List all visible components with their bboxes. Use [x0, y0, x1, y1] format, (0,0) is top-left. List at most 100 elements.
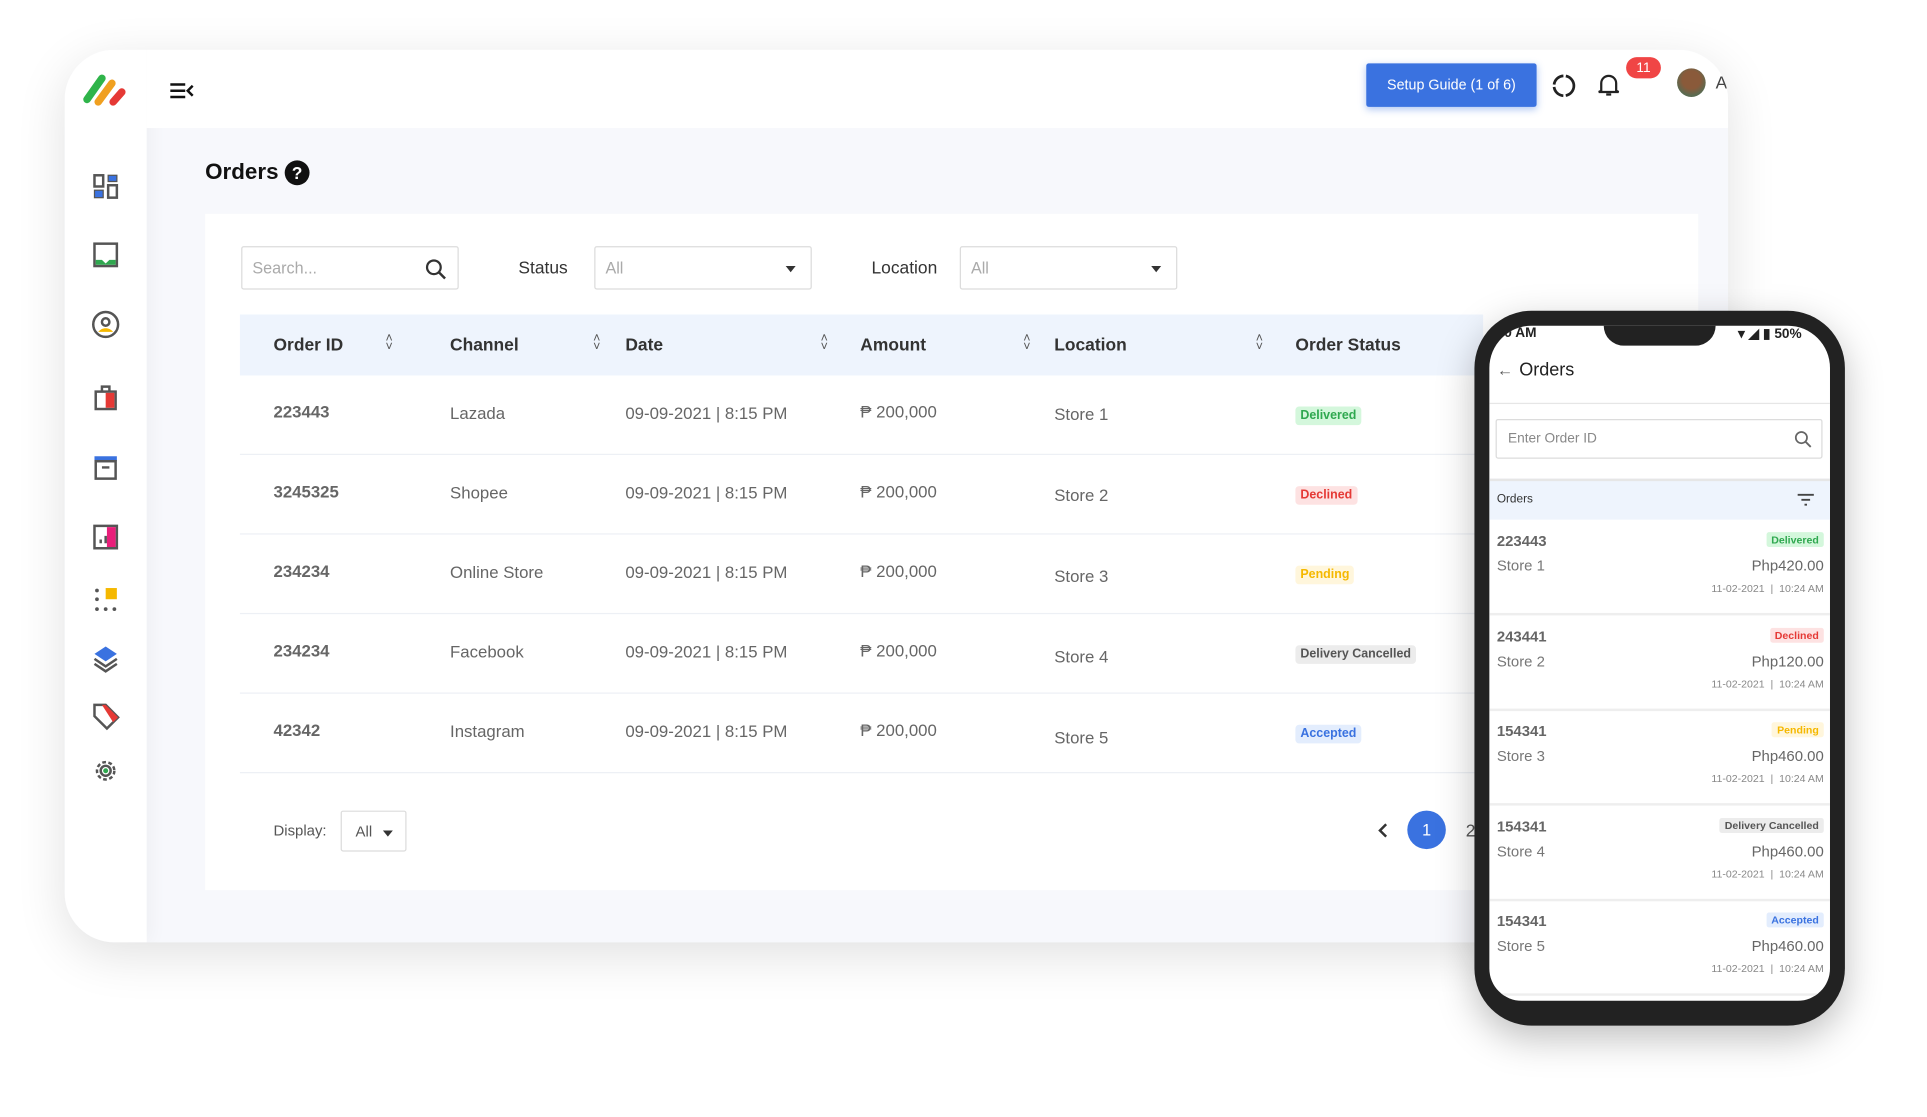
mobile-title: Orders [1519, 360, 1575, 381]
channel: Lazada [450, 404, 506, 423]
amount: Php460.00 [1751, 747, 1824, 765]
store: Store 1 [1496, 556, 1545, 575]
table-row[interactable]: 3245325 Shopee 09-09-2021 | 8:15 PM ₱ 20… [239, 455, 1484, 535]
filter-icon[interactable] [1796, 492, 1815, 507]
refresh-icon[interactable] [1552, 73, 1577, 98]
date: 11-02-2021 | 10:24 AM [1711, 772, 1824, 785]
order-id-placeholder: Enter Order ID [1508, 431, 1597, 447]
customer-icon[interactable] [91, 310, 121, 340]
notch [1603, 325, 1716, 346]
mobile-screen: 10:00 AM ▾ ◢ ▮ 50% ← Orders Enter Order … [1489, 325, 1830, 1001]
mobile-order-item[interactable]: 154341 Pending Store 3 Php460.00 11-02-2… [1489, 710, 1830, 806]
inbox-icon[interactable] [91, 240, 121, 270]
column-header[interactable]: Amount [860, 334, 926, 354]
status-time: 10:00 AM [1489, 325, 1537, 341]
apps-add-icon[interactable] [91, 586, 121, 616]
date: 09-09-2021 | 8:15 PM [625, 642, 788, 662]
sort-icon[interactable]: ˄ ˅ [384, 333, 394, 354]
search-placeholder: Search... [252, 258, 318, 278]
status-badge: Pending [1772, 722, 1824, 738]
sort-icon[interactable]: ˄ ˅ [1022, 333, 1032, 354]
status-badge: Declined [1769, 627, 1824, 643]
date: 09-09-2021 | 8:15 PM [625, 722, 788, 741]
status-badge: Accepted [1766, 912, 1824, 928]
shopping-bag-icon[interactable] [91, 382, 121, 412]
mobile-order-item[interactable]: 154341 Accepted Store 5 Php460.00 11-02-… [1489, 900, 1830, 996]
table-row[interactable]: 234234 Facebook 09-09-2021 | 8:15 PM ₱ 2… [239, 614, 1484, 694]
table-row[interactable]: 223443 Lazada 09-09-2021 | 8:15 PM ₱ 200… [239, 375, 1484, 456]
setup-guide-button[interactable]: Setup Guide (1 of 6) [1366, 63, 1537, 107]
sort-icon[interactable]: ˄ ˅ [819, 333, 829, 354]
back-arrow-icon[interactable]: ← [1497, 361, 1513, 380]
tag-icon[interactable] [91, 701, 121, 731]
search-icon[interactable] [425, 259, 447, 281]
search-icon[interactable] [1794, 430, 1813, 449]
mobile-order-item[interactable]: 243441 Declined Store 2 Php120.00 11-02-… [1489, 615, 1830, 711]
orders-list-header: Orders [1489, 478, 1830, 520]
bell-icon[interactable] [1598, 72, 1620, 97]
column-header[interactable]: Date [625, 334, 663, 354]
amount: ₱ 200,000 [860, 641, 937, 661]
search-input[interactable]: Search... [241, 246, 459, 290]
settings-icon[interactable] [91, 756, 121, 786]
column-header[interactable]: Location [1054, 334, 1127, 354]
sort-icon[interactable]: ˄ ˅ [1254, 333, 1264, 354]
location-label: Location [871, 257, 938, 278]
sidebar [64, 49, 147, 943]
store: Store 5 [1496, 937, 1545, 955]
status-icons: ▾ ◢ ▮ 50% [1738, 326, 1802, 342]
order-id[interactable]: 234234 [274, 562, 330, 581]
date: 09-09-2021 | 8:15 PM [625, 404, 788, 423]
order-id-input[interactable]: Enter Order ID [1495, 418, 1823, 459]
status-badge: Delivery Cancelled [1295, 645, 1416, 664]
order-id[interactable]: 42342 [274, 721, 321, 740]
prev-page-icon[interactable] [1377, 822, 1389, 839]
caret-down-icon [1151, 266, 1162, 273]
reports-icon[interactable] [91, 522, 121, 552]
caret-down-icon [382, 830, 393, 837]
table-row[interactable]: 234234 Online Store 09-09-2021 | 8:15 PM… [239, 535, 1484, 615]
wifi-icon: ▾ ◢ ▮ [1737, 326, 1771, 342]
status-select[interactable]: All [594, 246, 812, 290]
page-title: Orders [205, 159, 279, 184]
display-select[interactable]: All [340, 810, 407, 852]
location-value: All [970, 258, 989, 278]
date: 11-02-2021 | 10:24 AM [1711, 581, 1824, 595]
dashboard-icon[interactable] [91, 172, 121, 202]
user-name[interactable]: Alex [1716, 72, 1728, 92]
location: Store 3 [1054, 566, 1109, 586]
archive-icon[interactable] [91, 453, 121, 483]
column-header[interactable]: Channel [450, 334, 519, 354]
order-id[interactable]: 3245325 [274, 482, 339, 501]
help-icon[interactable]: ? [284, 160, 310, 186]
mobile-order-item[interactable]: 154341 Delivery Cancelled Store 4 Php460… [1489, 805, 1830, 901]
location-select[interactable]: All [959, 246, 1178, 290]
logo-icon [83, 74, 126, 106]
location: Store 4 [1054, 647, 1109, 667]
date: 11-02-2021 | 10:24 AM [1711, 676, 1824, 690]
channel: Shopee [450, 483, 508, 503]
page-1-button[interactable]: 1 [1407, 810, 1446, 850]
location: Store 2 [1054, 486, 1109, 505]
channel: Online Store [450, 563, 544, 582]
mobile-order-item[interactable]: 223443 Delivered Store 1 Php420.00 11-02… [1489, 520, 1830, 616]
order-id[interactable]: 223443 [274, 403, 330, 422]
table-row[interactable]: 42342 Instagram 09-09-2021 | 8:15 PM ₱ 2… [239, 694, 1484, 774]
column-header[interactable]: Order ID [274, 334, 344, 354]
table-header: Order ID ˄ ˅ Channel ˄ ˅ Date ˄ ˅ Amount ˄ ˅ Locatio… [239, 314, 1484, 376]
order-id: 223443 [1496, 532, 1547, 550]
amount: Php460.00 [1751, 937, 1824, 955]
avatar[interactable] [1677, 68, 1706, 97]
amount: Php420.00 [1751, 556, 1824, 575]
column-header[interactable]: Order Status [1295, 334, 1400, 354]
store: Store 2 [1496, 652, 1545, 670]
amount: ₱ 200,000 [860, 402, 937, 422]
sort-icon[interactable]: ˄ ˅ [592, 333, 602, 354]
order-id[interactable]: 234234 [274, 641, 330, 660]
order-id: 154341 [1496, 912, 1547, 930]
status-value: All [605, 258, 624, 278]
menu-collapse-icon[interactable] [169, 82, 194, 99]
layers-icon[interactable] [91, 644, 121, 674]
location: Store 5 [1054, 728, 1109, 748]
caret-down-icon [785, 266, 796, 273]
